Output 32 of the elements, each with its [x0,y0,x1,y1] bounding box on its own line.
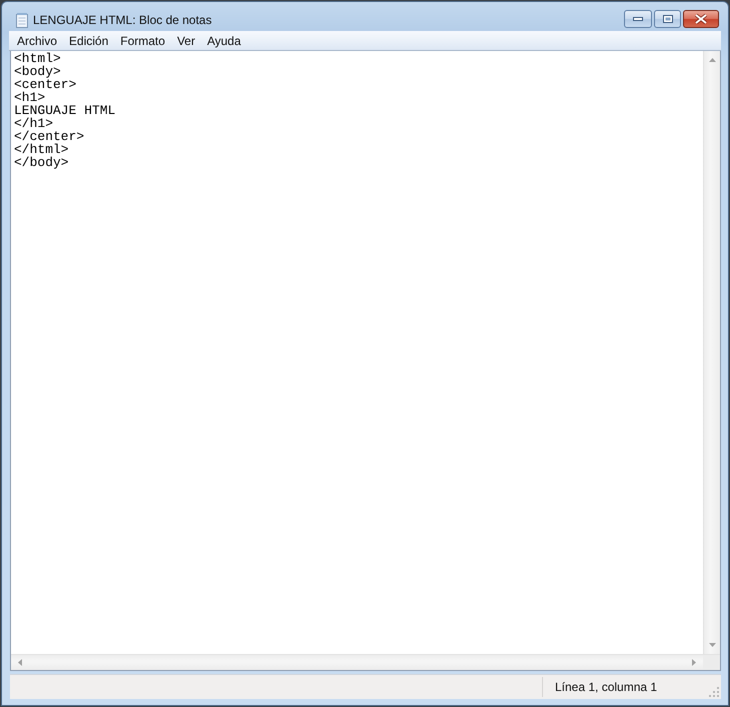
scroll-left-icon[interactable] [18,659,22,666]
code-line: <center> [14,78,76,91]
menu-item[interactable]: Ayuda [201,32,247,48]
vertical-scrollbar[interactable] [703,51,720,654]
code-line: LENGUAJE HTML [14,104,116,117]
scrollbar-corner [703,654,720,670]
maximize-button[interactable] [654,10,681,28]
notepad-icon [16,13,28,28]
scroll-up-icon[interactable] [708,58,716,62]
code-line: </html> [14,143,69,156]
minimize-icon [633,17,643,21]
text-editor[interactable]: <html> <body> <center> <h1> LENGUAJE HTML </h1> </center> </html> </body> [10,51,721,671]
code-line: </h1> [14,117,54,130]
menu-item[interactable]: Formato [114,32,172,48]
code-line: <html> [14,52,61,65]
menu-item[interactable]: Archivo [11,32,64,48]
menu-item[interactable]: Ver [171,32,202,48]
close-button[interactable] [683,10,719,28]
code-line: <body> [14,65,61,78]
code-line: </center> [14,130,84,143]
horizontal-scrollbar[interactable] [11,654,703,670]
window-title: LENGUAJE HTML: Bloc de notas [33,13,212,28]
maximize-icon [662,15,672,23]
menu-item[interactable]: Edición [63,32,114,48]
scroll-down-icon[interactable] [708,643,716,647]
scroll-right-icon[interactable] [692,659,696,666]
minimize-button[interactable] [624,10,652,28]
code-line: <h1> [14,91,46,104]
close-icon [695,14,707,24]
code-line: </body> [14,156,69,169]
cursor-position: Línea 1, columna 1 [555,680,658,694]
resize-grip-icon[interactable] [709,687,719,697]
